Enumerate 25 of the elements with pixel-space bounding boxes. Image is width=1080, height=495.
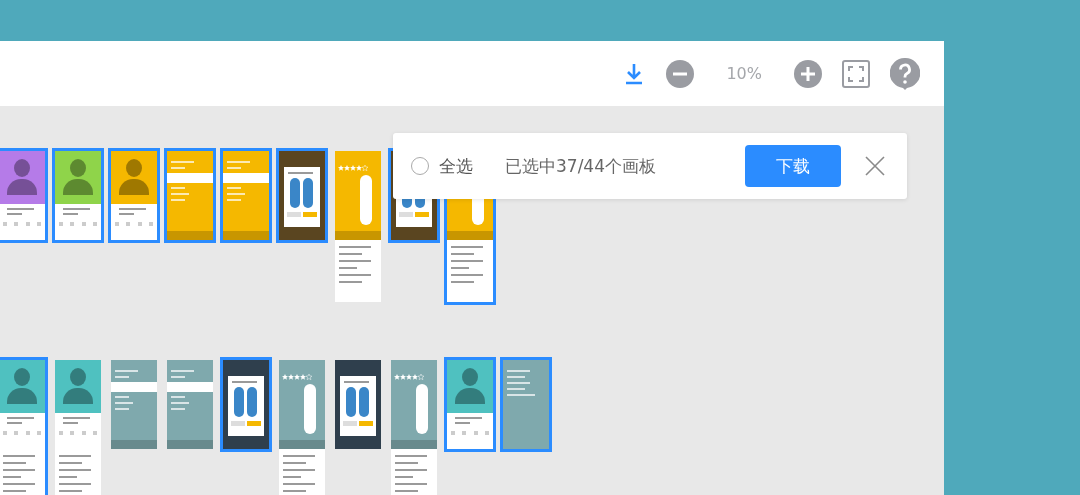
artboard-thumbnail[interactable] [388, 357, 440, 495]
artboard-thumbnail[interactable] [220, 148, 272, 243]
zoom-in-icon[interactable] [794, 59, 822, 88]
artboard-thumbnail[interactable] [0, 357, 48, 495]
artboard-thumbnail[interactable] [108, 357, 160, 452]
zoom-level: 10% [726, 64, 762, 83]
close-icon[interactable] [865, 156, 885, 176]
selection-count: 已选中37/44个画板 [505, 154, 656, 178]
zoom-out-icon[interactable] [666, 59, 695, 88]
artboard-thumbnail[interactable] [444, 357, 496, 452]
artboard-thumbnail[interactable] [220, 357, 272, 452]
artboard-thumbnail[interactable] [164, 357, 216, 452]
artboard-thumbnail[interactable] [332, 148, 384, 305]
artboard-thumbnail[interactable] [52, 148, 104, 243]
help-icon[interactable] [890, 57, 920, 90]
artboard-thumbnail[interactable] [276, 357, 328, 495]
artboard-thumbnail[interactable] [276, 148, 328, 243]
fit-screen-icon[interactable] [842, 59, 870, 88]
artboard-thumbnail[interactable] [164, 148, 216, 243]
select-all-label[interactable]: 全选 [439, 154, 473, 178]
artboard-thumbnail[interactable] [500, 357, 552, 452]
artboard-thumbnail[interactable] [108, 148, 160, 243]
artboard-thumbnail[interactable] [332, 357, 384, 452]
artboard-thumbnail[interactable] [52, 357, 104, 495]
artboard-thumbnail[interactable] [0, 148, 48, 243]
